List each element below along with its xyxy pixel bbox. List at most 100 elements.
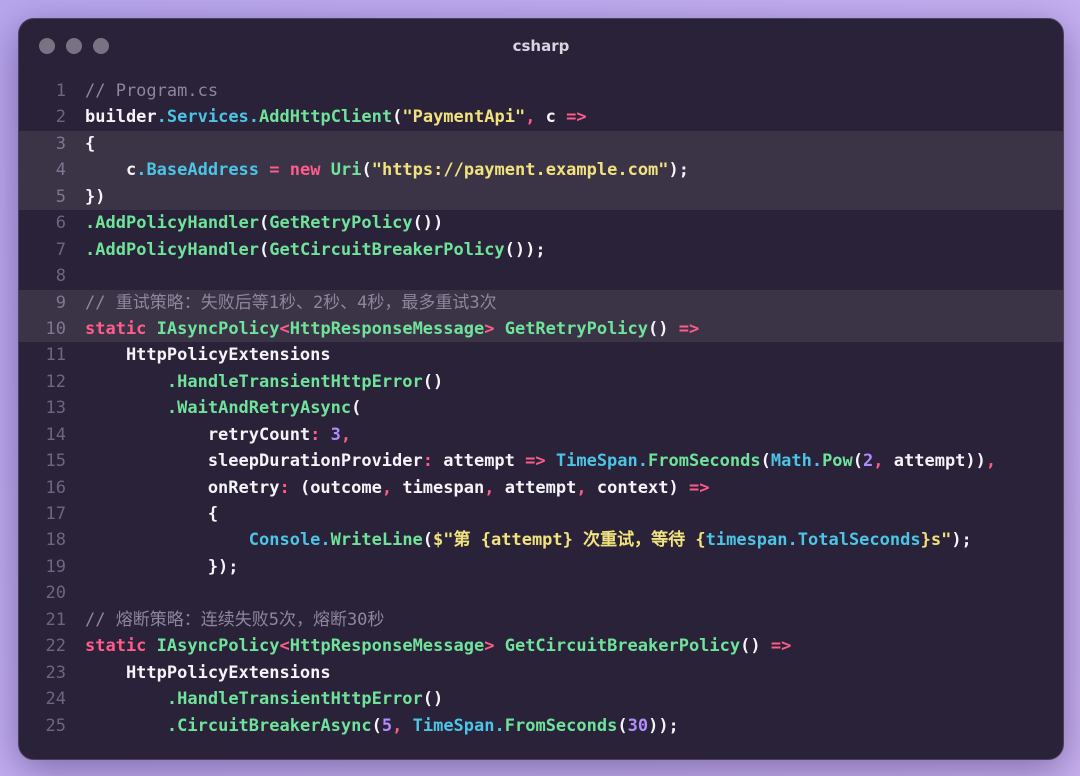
line-number: 16	[45, 477, 66, 498]
code-token: {	[695, 530, 706, 551]
code-token: =	[269, 160, 280, 181]
code-token: );	[951, 530, 972, 551]
code-token: ())	[412, 213, 444, 234]
code-token: HttpPolicyExtensions	[85, 345, 331, 366]
code-token: (	[361, 160, 372, 181]
code-text: .AddPolicyHandler(GetRetryPolicy())	[85, 210, 443, 236]
code-token: {	[85, 504, 219, 524]
code-token: (	[351, 398, 362, 419]
code-token: (	[392, 107, 403, 128]
code-token: .	[811, 451, 823, 472]
code-line: 13 .WaitAndRetryAsync(	[19, 395, 1063, 421]
code-token: sleepDurationProvider	[85, 451, 423, 472]
code-text: .AddPolicyHandler(GetCircuitBreakerPolic…	[85, 237, 546, 263]
code-token: (	[259, 239, 270, 260]
code-token: 次重试，等待	[572, 530, 696, 551]
code-line: 15 sleepDurationProvider: attempt => Tim…	[19, 448, 1063, 474]
code-token: 30	[627, 715, 649, 736]
code-line: 17 {	[19, 501, 1063, 527]
code-token: ));	[648, 715, 679, 736]
code-token: (	[422, 530, 434, 551]
code-token: attempt))	[883, 451, 986, 472]
code-token: >	[484, 636, 495, 657]
code-token: .	[156, 107, 167, 128]
code-token: IAsyncPolicy	[156, 318, 280, 339]
line-number: 2	[55, 107, 66, 128]
code-token: {	[85, 133, 96, 154]
code-token: Math	[770, 451, 812, 472]
code-token: ,	[985, 451, 997, 472]
code-token: HandleTransientHttpError	[177, 371, 423, 392]
code-token: ,	[340, 424, 352, 445]
code-token: :	[279, 477, 290, 498]
code-token: CircuitBreakerAsync	[177, 715, 372, 736]
code-line: 1 // Program.cs	[19, 78, 1063, 104]
code-token: HttpResponseMessage	[289, 318, 485, 339]
code-line: 8	[19, 263, 1063, 289]
line-number: 23	[45, 662, 66, 683]
code-token: retryCount	[85, 424, 311, 445]
code-token: =>	[770, 636, 792, 657]
line-number: 17	[45, 504, 66, 524]
code-token: IAsyncPolicy	[156, 636, 280, 657]
code-window: csharp 1// Program.cs 2 builder.Services.A…	[18, 18, 1064, 760]
code-token: 2	[863, 451, 874, 472]
code-text: .HandleTransientHttpError()	[85, 369, 443, 395]
code-token: =>	[688, 477, 710, 498]
code-token: ()	[740, 636, 771, 657]
line-number: 18	[45, 530, 66, 551]
code-text: {	[85, 501, 218, 527]
line-number: 13	[45, 398, 66, 419]
code-line: 24 .HandleTransientHttpError()	[19, 686, 1063, 712]
line-number: 8	[55, 266, 66, 287]
code-text: // Program.cs	[85, 78, 218, 104]
code-token: WaitAndRetryAsync	[177, 398, 352, 419]
code-line: 7 .AddPolicyHandler(GetCircuitBreakerPoli…	[19, 237, 1063, 263]
code-token: =>	[525, 451, 546, 472]
code-text: })	[85, 184, 105, 210]
code-line: 18 Console.WriteLine($"第 {attempt} 次重试，等…	[19, 527, 1063, 553]
code-token: context)	[586, 477, 689, 498]
code-token: AddPolicyHandler	[95, 239, 260, 260]
code-token: .	[166, 715, 178, 736]
code-token: .	[85, 213, 96, 234]
code-token: }s"	[920, 530, 952, 551]
code-token: $"第	[433, 530, 481, 551]
code-line: 12 .HandleTransientHttpError()	[19, 369, 1063, 395]
line-number: 24	[45, 689, 66, 710]
code-token: .	[494, 715, 505, 736]
code-token: ()	[422, 689, 444, 710]
code-token: .	[85, 239, 96, 260]
code-line: 23 HttpPolicyExtensions	[19, 660, 1063, 686]
code-token: new	[289, 160, 321, 181]
code-token: c	[535, 107, 567, 128]
line-number: 22	[45, 636, 66, 657]
code-token: .	[637, 451, 649, 472]
code-token: (	[371, 715, 382, 736]
code-token: .	[320, 530, 331, 551]
line-number: 25	[45, 715, 66, 736]
code-token: Pow	[822, 451, 853, 472]
code-token: (outcome	[289, 477, 382, 498]
code-line: 25 .CircuitBreakerAsync(5, TimeSpan.From…	[19, 713, 1063, 739]
line-number: 15	[45, 451, 66, 472]
code-token: BaseAddress	[146, 160, 260, 181]
code-token: (	[852, 451, 864, 472]
line-number: 12	[45, 371, 66, 392]
line-number: 1	[55, 81, 66, 101]
code-token: AddHttpClient	[259, 107, 393, 128]
code-text: c.BaseAddress = new Uri("https://payment…	[85, 157, 689, 183]
code-token: GetRetryPolicy	[269, 213, 413, 234]
code-token: static	[85, 318, 147, 339]
code-token: TimeSpan	[555, 451, 638, 472]
code-token: :	[422, 451, 434, 472]
